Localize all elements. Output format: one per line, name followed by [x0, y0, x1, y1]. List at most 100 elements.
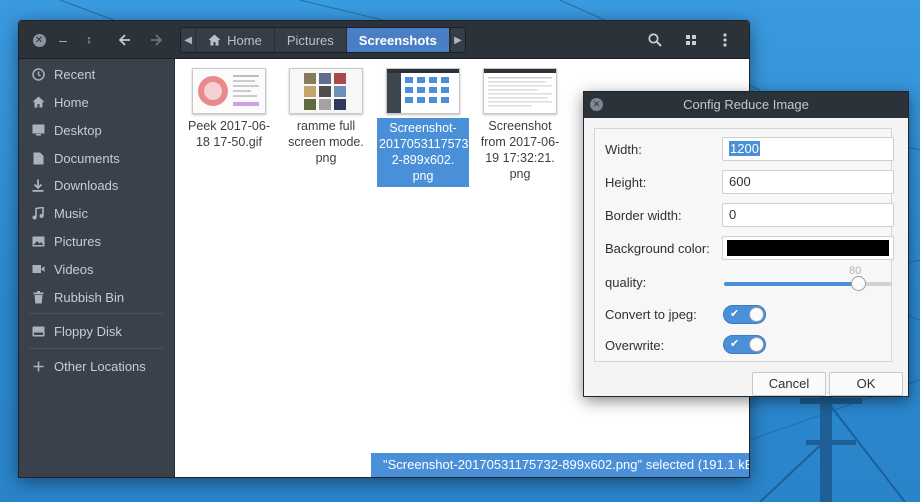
- back-button[interactable]: [113, 28, 137, 52]
- grid-view-icon: [686, 35, 696, 45]
- quality-slider[interactable]: [724, 276, 892, 291]
- file-name-line: Screenshot-: [389, 121, 457, 135]
- convert-jpeg-switch[interactable]: ✔: [723, 305, 766, 324]
- dialog-close-button[interactable]: ✕: [590, 98, 603, 111]
- sidebar-item-desktop[interactable]: Desktop: [19, 117, 175, 143]
- file-thumbnail: [386, 68, 460, 114]
- file-name-line: screen mode.: [288, 135, 364, 149]
- file-name-line: Screenshot: [488, 119, 552, 133]
- check-icon: ✔: [730, 338, 740, 350]
- file-name: ramme full screen mode. png: [281, 118, 371, 166]
- config-reduce-image-dialog: ✕ Config Reduce Image Width: 1200 Height…: [583, 91, 909, 397]
- file-name-line: png: [315, 151, 337, 165]
- path-bar: ◀ Home Pictures Screenshots ▶: [180, 27, 466, 53]
- desktop-icon: [29, 124, 47, 136]
- quality-label: quality:: [605, 275, 647, 290]
- path-segment-pictures[interactable]: Pictures: [275, 28, 347, 52]
- check-icon: ✔: [730, 308, 740, 320]
- width-value: 1200: [729, 141, 760, 156]
- file-item[interactable]: Screenshot from 2017-06- 19 17:32:21. pn…: [474, 68, 566, 182]
- home-icon: [29, 96, 47, 108]
- sidebar-item-label: Pictures: [54, 233, 101, 249]
- arrow-left-icon: [118, 34, 130, 46]
- file-name-line: png: [412, 169, 434, 183]
- picture-icon: [29, 236, 47, 247]
- close-icon: ✕: [592, 99, 601, 109]
- path-segment-label: Screenshots: [358, 32, 437, 48]
- sidebar-item-label: Music: [54, 205, 88, 221]
- close-icon: ✕: [32, 33, 46, 47]
- file-name-line: 2017053117573: [379, 137, 469, 151]
- quality-slider-fill: [724, 282, 858, 286]
- dialog-form: Width: 1200 Height: 600 Border width: 0 …: [594, 128, 894, 362]
- path-segment-label: Home: [227, 32, 262, 48]
- background-color-picker[interactable]: [722, 236, 894, 260]
- height-input[interactable]: 600: [722, 170, 894, 194]
- kebab-menu-icon: [723, 33, 727, 47]
- sidebar-item-label: Desktop: [54, 122, 102, 138]
- overwrite-switch[interactable]: ✔: [723, 335, 766, 354]
- window-close-button[interactable]: ✕: [27, 28, 51, 52]
- border-width-input[interactable]: 0: [722, 203, 894, 227]
- sidebar-item-documents[interactable]: Documents: [19, 145, 175, 171]
- plus-icon: [29, 361, 47, 372]
- sidebar-item-videos[interactable]: Videos: [19, 256, 175, 282]
- home-icon: [208, 34, 221, 46]
- forward-button[interactable]: [144, 28, 168, 52]
- file-name-line: png: [509, 167, 531, 181]
- sidebar-item-label: Recent: [54, 66, 96, 82]
- sidebar: Recent Home Desktop Documents Downloads …: [19, 59, 175, 477]
- sidebar-item-recent[interactable]: Recent: [19, 61, 175, 87]
- clock-icon: [29, 67, 47, 81]
- path-scroll-right-button[interactable]: ▶: [449, 28, 465, 52]
- file-item[interactable]: Peek 2017-06- 18 17-50.gif: [184, 68, 274, 150]
- file-thumbnail: [192, 68, 266, 114]
- file-name-line: 2-899x602.: [391, 153, 455, 167]
- sidebar-item-downloads[interactable]: Downloads: [19, 172, 175, 198]
- file-name-line: 18 17-50.gif: [195, 135, 263, 149]
- width-input[interactable]: 1200: [722, 137, 894, 161]
- minimize-icon: –: [59, 32, 67, 48]
- ok-button[interactable]: OK: [829, 372, 903, 396]
- file-item-selected[interactable]: Screenshot- 2017053117573 2-899x602. png: [377, 68, 469, 187]
- sidebar-item-label: Home: [54, 94, 89, 110]
- file-name: Screenshot from 2017-06- 19 17:32:21. pn…: [474, 118, 566, 182]
- document-icon: [29, 152, 47, 165]
- sidebar-item-pictures[interactable]: Pictures: [19, 228, 175, 254]
- quality-slider-handle[interactable]: [851, 276, 866, 291]
- window-minimize-button[interactable]: –: [51, 28, 75, 52]
- file-thumbnail: [483, 68, 557, 114]
- dialog-title: Config Reduce Image: [683, 97, 809, 112]
- view-toggle-button[interactable]: [679, 28, 703, 52]
- search-button[interactable]: [643, 28, 667, 52]
- convert-jpeg-label: Convert to jpeg:: [605, 307, 697, 322]
- color-swatch: [727, 240, 889, 256]
- cancel-button[interactable]: Cancel: [752, 372, 826, 396]
- sidebar-item-label: Videos: [54, 261, 94, 277]
- trash-icon: [29, 290, 47, 304]
- menu-button[interactable]: [713, 28, 737, 52]
- sidebar-item-label: Other Locations: [54, 358, 146, 374]
- border-width-label: Border width:: [605, 208, 682, 223]
- header-bar: ✕ – ↕ ◀ Home Pictures Screenshots ▶: [19, 21, 749, 59]
- sidebar-item-label: Rubbish Bin: [54, 289, 125, 305]
- path-segment-home[interactable]: Home: [196, 28, 275, 52]
- sidebar-item-home[interactable]: Home: [19, 89, 175, 115]
- drive-icon: [29, 326, 47, 337]
- sidebar-item-floppy-disk[interactable]: Floppy Disk: [19, 318, 175, 344]
- file-item[interactable]: ramme full screen mode. png: [281, 68, 371, 166]
- sidebar-item-music[interactable]: Music: [19, 200, 175, 226]
- sidebar-item-rubbish-bin[interactable]: Rubbish Bin: [19, 284, 175, 310]
- background-color-label: Background color:: [605, 241, 710, 256]
- file-name: Screenshot- 2017053117573 2-899x602. png: [377, 118, 469, 187]
- path-scroll-left-button[interactable]: ◀: [181, 28, 197, 52]
- overwrite-label: Overwrite:: [605, 338, 665, 353]
- path-segment-screenshots[interactable]: Screenshots: [346, 28, 450, 52]
- video-icon: [29, 264, 47, 274]
- file-name-line: ramme full: [296, 119, 356, 133]
- sidebar-item-label: Downloads: [54, 177, 119, 193]
- window-maximize-button[interactable]: ↕: [77, 28, 101, 52]
- switch-knob: [749, 337, 764, 352]
- search-icon: [648, 33, 662, 47]
- sidebar-item-other-locations[interactable]: Other Locations: [19, 353, 175, 379]
